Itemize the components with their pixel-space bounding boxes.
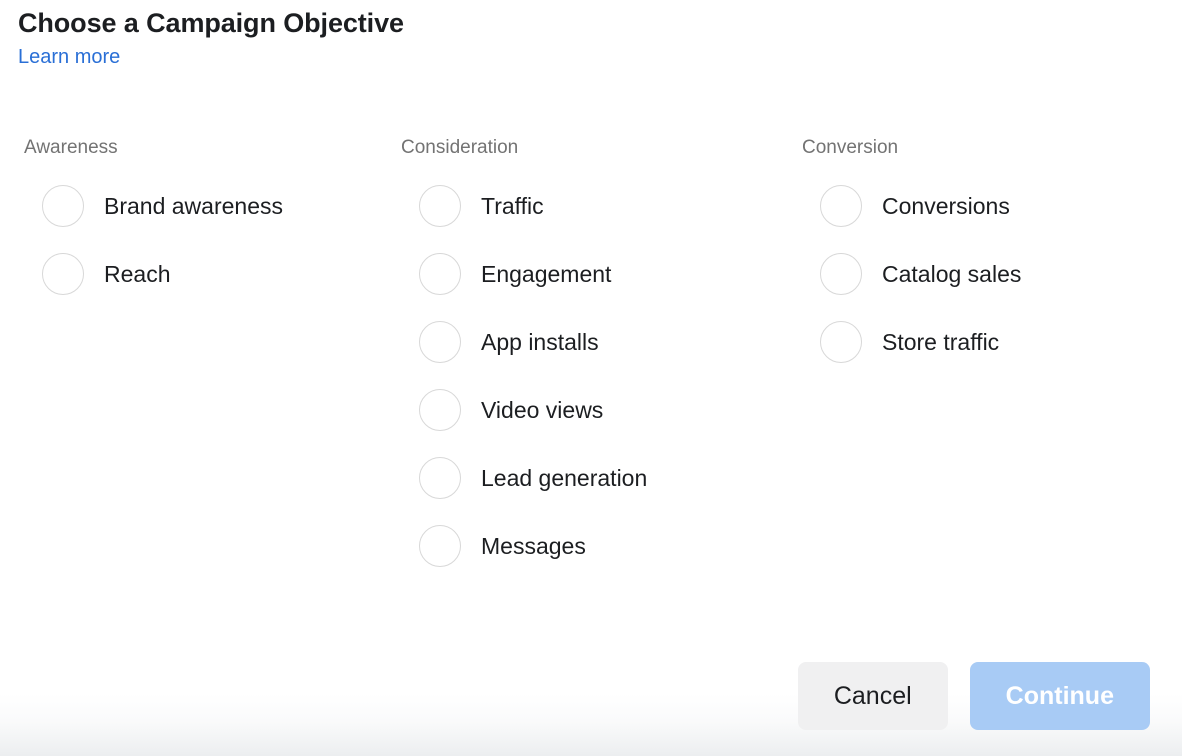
radio-icon[interactable] — [419, 389, 461, 431]
objective-column-conversion: Conversion Conversions Catalog sales Sto… — [23, 136, 1021, 580]
radio-icon[interactable] — [820, 253, 862, 295]
radio-icon[interactable] — [419, 253, 461, 295]
learn-more-link[interactable]: Learn more — [18, 45, 120, 69]
dialog-header: Choose a Campaign Objective Learn more — [18, 6, 1118, 69]
continue-button[interactable]: Continue — [969, 662, 1150, 730]
radio-icon[interactable] — [820, 321, 862, 363]
radio-icon[interactable] — [42, 253, 84, 295]
radio-icon[interactable] — [820, 185, 862, 227]
dialog-footer: Cancel Continue — [797, 662, 1150, 730]
option-label: Conversions — [882, 193, 1010, 219]
radio-icon[interactable] — [419, 457, 461, 499]
campaign-objective-dialog: Choose a Campaign Objective Learn more A… — [0, 0, 1182, 756]
radio-icon[interactable] — [42, 185, 84, 227]
option-label: Store traffic — [882, 329, 1000, 355]
radio-icon[interactable] — [419, 525, 461, 567]
option-label: Catalog sales — [882, 261, 1022, 287]
radio-icon[interactable] — [419, 185, 461, 227]
radio-icon[interactable] — [419, 321, 461, 363]
cancel-button[interactable]: Cancel — [797, 662, 948, 730]
page-title: Choose a Campaign Objective — [18, 8, 404, 38]
objective-columns: Awareness Brand awareness Reach Consider… — [0, 136, 1182, 580]
